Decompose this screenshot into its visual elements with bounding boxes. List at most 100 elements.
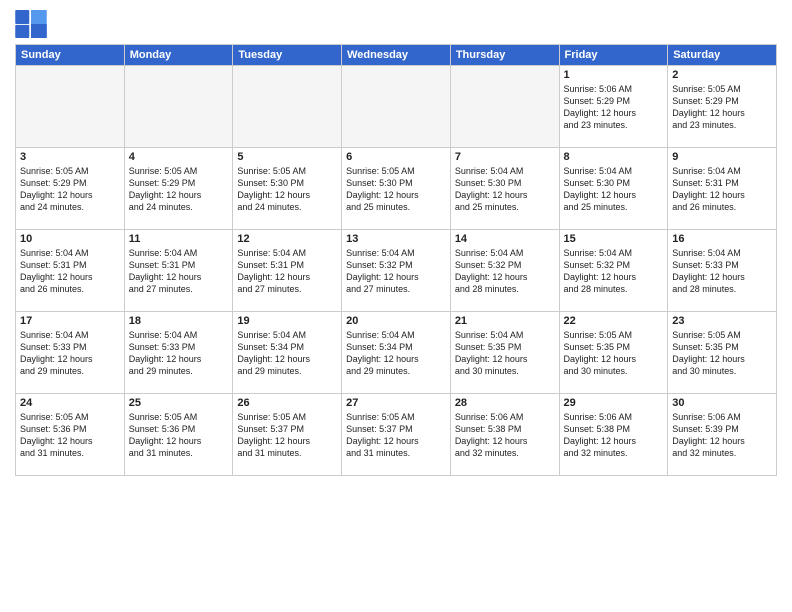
day-info: Sunrise: 5:05 AM Sunset: 5:30 PM Dayligh… <box>346 165 446 214</box>
day-cell: 14 Sunrise: 5:04 AM Sunset: 5:32 PM Dayli… <box>450 230 559 312</box>
day-number: 19 <box>237 315 337 327</box>
header-cell-monday: Monday <box>124 45 233 66</box>
day-number: 11 <box>129 233 229 245</box>
day-info: Sunrise: 5:05 AM Sunset: 5:29 PM Dayligh… <box>20 165 120 214</box>
day-number: 3 <box>20 151 120 163</box>
day-cell <box>450 66 559 148</box>
day-number: 24 <box>20 397 120 409</box>
day-cell: 30 Sunrise: 5:06 AM Sunset: 5:39 PM Dayli… <box>668 394 777 476</box>
day-info: Sunrise: 5:06 AM Sunset: 5:38 PM Dayligh… <box>455 411 555 460</box>
day-number: 1 <box>564 69 664 81</box>
day-info: Sunrise: 5:04 AM Sunset: 5:33 PM Dayligh… <box>129 329 229 378</box>
day-cell: 9 Sunrise: 5:04 AM Sunset: 5:31 PM Daylig… <box>668 148 777 230</box>
header-cell-tuesday: Tuesday <box>233 45 342 66</box>
day-number: 10 <box>20 233 120 245</box>
logo <box>15 10 51 38</box>
day-info: Sunrise: 5:04 AM Sunset: 5:31 PM Dayligh… <box>237 247 337 296</box>
day-cell <box>124 66 233 148</box>
day-info: Sunrise: 5:06 AM Sunset: 5:38 PM Dayligh… <box>564 411 664 460</box>
day-info: Sunrise: 5:05 AM Sunset: 5:29 PM Dayligh… <box>672 83 772 132</box>
day-cell: 12 Sunrise: 5:04 AM Sunset: 5:31 PM Dayli… <box>233 230 342 312</box>
day-number: 27 <box>346 397 446 409</box>
day-info: Sunrise: 5:06 AM Sunset: 5:39 PM Dayligh… <box>672 411 772 460</box>
day-cell: 15 Sunrise: 5:04 AM Sunset: 5:32 PM Dayli… <box>559 230 668 312</box>
day-cell: 20Sunrise: 5:04 AM Sunset: 5:34 PM Dayli… <box>342 312 451 394</box>
day-info: Sunrise: 5:05 AM Sunset: 5:37 PM Dayligh… <box>237 411 337 460</box>
day-number: 7 <box>455 151 555 163</box>
day-cell: 4 Sunrise: 5:05 AM Sunset: 5:29 PM Daylig… <box>124 148 233 230</box>
day-number: 8 <box>564 151 664 163</box>
day-cell: 13 Sunrise: 5:04 AM Sunset: 5:32 PM Dayli… <box>342 230 451 312</box>
day-cell: 27 Sunrise: 5:05 AM Sunset: 5:37 PM Dayli… <box>342 394 451 476</box>
day-cell: 25Sunrise: 5:05 AM Sunset: 5:36 PM Dayli… <box>124 394 233 476</box>
day-cell: 8 Sunrise: 5:04 AM Sunset: 5:30 PM Daylig… <box>559 148 668 230</box>
day-number: 15 <box>564 233 664 245</box>
day-number: 28 <box>455 397 555 409</box>
day-cell: 17 Sunrise: 5:04 AM Sunset: 5:33 PM Dayli… <box>16 312 125 394</box>
logo-icon <box>15 10 47 38</box>
header-cell-sunday: Sunday <box>16 45 125 66</box>
day-info: Sunrise: 5:04 AM Sunset: 5:32 PM Dayligh… <box>455 247 555 296</box>
day-number: 14 <box>455 233 555 245</box>
day-number: 5 <box>237 151 337 163</box>
day-info: Sunrise: 5:05 AM Sunset: 5:36 PM Dayligh… <box>129 411 229 460</box>
day-cell: 26 Sunrise: 5:05 AM Sunset: 5:37 PM Dayli… <box>233 394 342 476</box>
day-cell: 5 Sunrise: 5:05 AM Sunset: 5:30 PM Daylig… <box>233 148 342 230</box>
day-number: 9 <box>672 151 772 163</box>
header-cell-saturday: Saturday <box>668 45 777 66</box>
day-info: Sunrise: 5:05 AM Sunset: 5:29 PM Dayligh… <box>129 165 229 214</box>
day-cell: 2 Sunrise: 5:05 AM Sunset: 5:29 PM Daylig… <box>668 66 777 148</box>
day-cell: 18 Sunrise: 5:04 AM Sunset: 5:33 PM Dayli… <box>124 312 233 394</box>
day-cell: 21 Sunrise: 5:04 AM Sunset: 5:35 PM Dayli… <box>450 312 559 394</box>
day-number: 6 <box>346 151 446 163</box>
week-row-1: 3 Sunrise: 5:05 AM Sunset: 5:29 PM Daylig… <box>16 148 777 230</box>
day-cell: 23Sunrise: 5:05 AM Sunset: 5:35 PM Dayli… <box>668 312 777 394</box>
day-info: Sunrise: 5:04 AM Sunset: 5:31 PM Dayligh… <box>672 165 772 214</box>
day-info: Sunrise: 5:05 AM Sunset: 5:30 PM Dayligh… <box>237 165 337 214</box>
calendar-body: 1 Sunrise: 5:06 AM Sunset: 5:29 PM Daylig… <box>16 66 777 476</box>
day-number: 4 <box>129 151 229 163</box>
week-row-0: 1 Sunrise: 5:06 AM Sunset: 5:29 PM Daylig… <box>16 66 777 148</box>
header-cell-wednesday: Wednesday <box>342 45 451 66</box>
day-info: Sunrise: 5:04 AM Sunset: 5:30 PM Dayligh… <box>564 165 664 214</box>
day-cell: 29Sunrise: 5:06 AM Sunset: 5:38 PM Dayli… <box>559 394 668 476</box>
day-cell: 19Sunrise: 5:04 AM Sunset: 5:34 PM Dayli… <box>233 312 342 394</box>
day-info: Sunrise: 5:04 AM Sunset: 5:30 PM Dayligh… <box>455 165 555 214</box>
day-number: 26 <box>237 397 337 409</box>
day-number: 17 <box>20 315 120 327</box>
day-info: Sunrise: 5:05 AM Sunset: 5:35 PM Dayligh… <box>672 329 772 378</box>
day-info: Sunrise: 5:04 AM Sunset: 5:34 PM Dayligh… <box>346 329 446 378</box>
day-info: Sunrise: 5:04 AM Sunset: 5:33 PM Dayligh… <box>20 329 120 378</box>
day-cell: 10Sunrise: 5:04 AM Sunset: 5:31 PM Dayli… <box>16 230 125 312</box>
day-info: Sunrise: 5:05 AM Sunset: 5:36 PM Dayligh… <box>20 411 120 460</box>
day-cell: 7 Sunrise: 5:04 AM Sunset: 5:30 PM Daylig… <box>450 148 559 230</box>
header <box>15 10 777 38</box>
day-number: 12 <box>237 233 337 245</box>
day-info: Sunrise: 5:05 AM Sunset: 5:37 PM Dayligh… <box>346 411 446 460</box>
day-info: Sunrise: 5:04 AM Sunset: 5:33 PM Dayligh… <box>672 247 772 296</box>
day-cell <box>16 66 125 148</box>
day-cell: 24 Sunrise: 5:05 AM Sunset: 5:36 PM Dayli… <box>16 394 125 476</box>
header-row: SundayMondayTuesdayWednesdayThursdayFrid… <box>16 45 777 66</box>
calendar-table: SundayMondayTuesdayWednesdayThursdayFrid… <box>15 44 777 476</box>
day-cell: 11 Sunrise: 5:04 AM Sunset: 5:31 PM Dayli… <box>124 230 233 312</box>
day-number: 13 <box>346 233 446 245</box>
header-cell-friday: Friday <box>559 45 668 66</box>
day-info: Sunrise: 5:04 AM Sunset: 5:32 PM Dayligh… <box>564 247 664 296</box>
day-cell: 16Sunrise: 5:04 AM Sunset: 5:33 PM Dayli… <box>668 230 777 312</box>
day-number: 18 <box>129 315 229 327</box>
day-cell: 28 Sunrise: 5:06 AM Sunset: 5:38 PM Dayli… <box>450 394 559 476</box>
day-info: Sunrise: 5:04 AM Sunset: 5:32 PM Dayligh… <box>346 247 446 296</box>
day-number: 30 <box>672 397 772 409</box>
day-number: 21 <box>455 315 555 327</box>
day-cell <box>342 66 451 148</box>
day-info: Sunrise: 5:04 AM Sunset: 5:31 PM Dayligh… <box>129 247 229 296</box>
day-number: 22 <box>564 315 664 327</box>
day-info: Sunrise: 5:04 AM Sunset: 5:35 PM Dayligh… <box>455 329 555 378</box>
day-info: Sunrise: 5:06 AM Sunset: 5:29 PM Dayligh… <box>564 83 664 132</box>
day-info: Sunrise: 5:05 AM Sunset: 5:35 PM Dayligh… <box>564 329 664 378</box>
page: SundayMondayTuesdayWednesdayThursdayFrid… <box>0 0 792 612</box>
day-cell <box>233 66 342 148</box>
week-row-4: 24 Sunrise: 5:05 AM Sunset: 5:36 PM Dayli… <box>16 394 777 476</box>
day-number: 2 <box>672 69 772 81</box>
